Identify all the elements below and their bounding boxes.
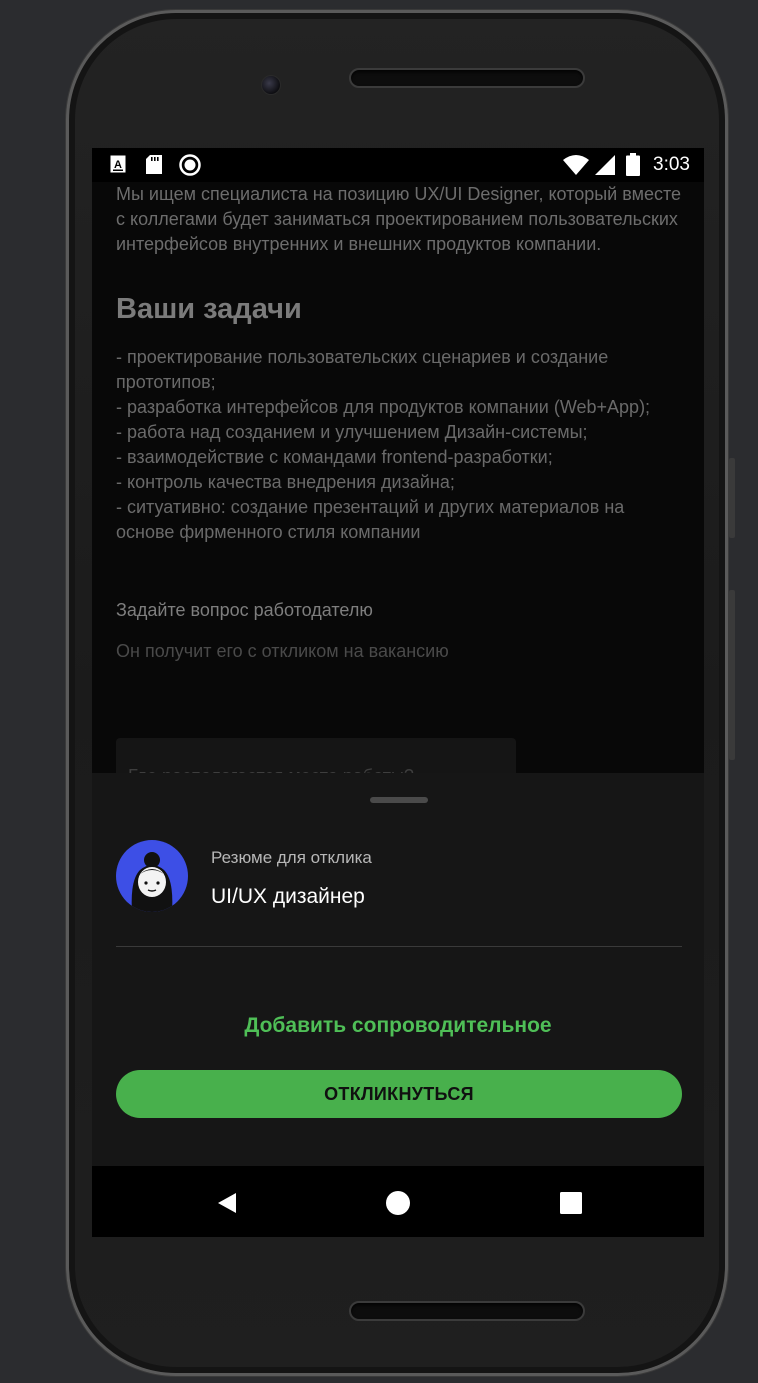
sd-card-icon <box>146 155 162 174</box>
question-hint: Он получит его с откликом на вакансию <box>116 641 449 661</box>
divider <box>116 946 682 947</box>
bottom-speaker <box>349 1301 585 1321</box>
task-item: - проектирование пользовательских сценар… <box>116 347 609 392</box>
back-icon[interactable] <box>212 1188 242 1218</box>
screen: Мы ищем специалиста на позицию UX/UI Des… <box>92 148 704 1237</box>
svg-text:A: A <box>114 159 122 171</box>
wifi-icon <box>563 155 589 175</box>
status-time: 3:03 <box>653 154 690 175</box>
resume-selector[interactable]: UI/UX дизайнер <box>211 885 365 909</box>
power-button <box>729 590 735 760</box>
recents-icon[interactable] <box>556 1188 586 1218</box>
vacancy-content: Мы ищем специалиста на позицию UX/UI Des… <box>116 182 686 662</box>
front-camera <box>261 75 281 95</box>
volume-button <box>729 458 735 538</box>
avatar-illustration <box>131 852 173 912</box>
record-icon <box>179 154 201 176</box>
tasks-title: Ваши задачи <box>116 293 302 325</box>
task-item: - ситуативно: создание презентаций и дру… <box>116 497 625 542</box>
text-input-icon: A <box>110 155 126 173</box>
battery-icon <box>626 153 640 176</box>
tasks-list: - проектирование пользовательских сценар… <box>116 345 686 545</box>
home-icon[interactable] <box>383 1188 413 1218</box>
question-label: Задайте вопрос работодателю <box>116 600 373 620</box>
navigation-bar <box>92 1166 704 1237</box>
task-item: - контроль качества внедрения дизайна; <box>116 472 455 492</box>
avatar <box>116 840 188 912</box>
add-cover-letter-link[interactable]: Добавить сопроводительное <box>92 1014 704 1038</box>
vacancy-intro: Мы ищем специалиста на позицию UX/UI Des… <box>116 184 682 254</box>
task-item: - работа над созданием и улучшением Диза… <box>116 422 588 442</box>
earpiece-speaker <box>349 68 585 88</box>
task-item: - взаимодействие с командами frontend-ра… <box>116 447 553 467</box>
sheet-drag-handle[interactable] <box>370 797 428 803</box>
resume-label: Резюме для отклика <box>211 848 372 867</box>
task-item: - разработка интерфейсов для продуктов к… <box>116 397 651 417</box>
apply-bottom-sheet: Резюме для отклика UI/UX дизайнер Добави… <box>92 773 704 1166</box>
apply-button[interactable]: ОТКЛИКНУТЬСЯ <box>116 1070 682 1118</box>
status-bar: A 3:03 <box>92 148 704 182</box>
signal-icon <box>595 155 615 175</box>
